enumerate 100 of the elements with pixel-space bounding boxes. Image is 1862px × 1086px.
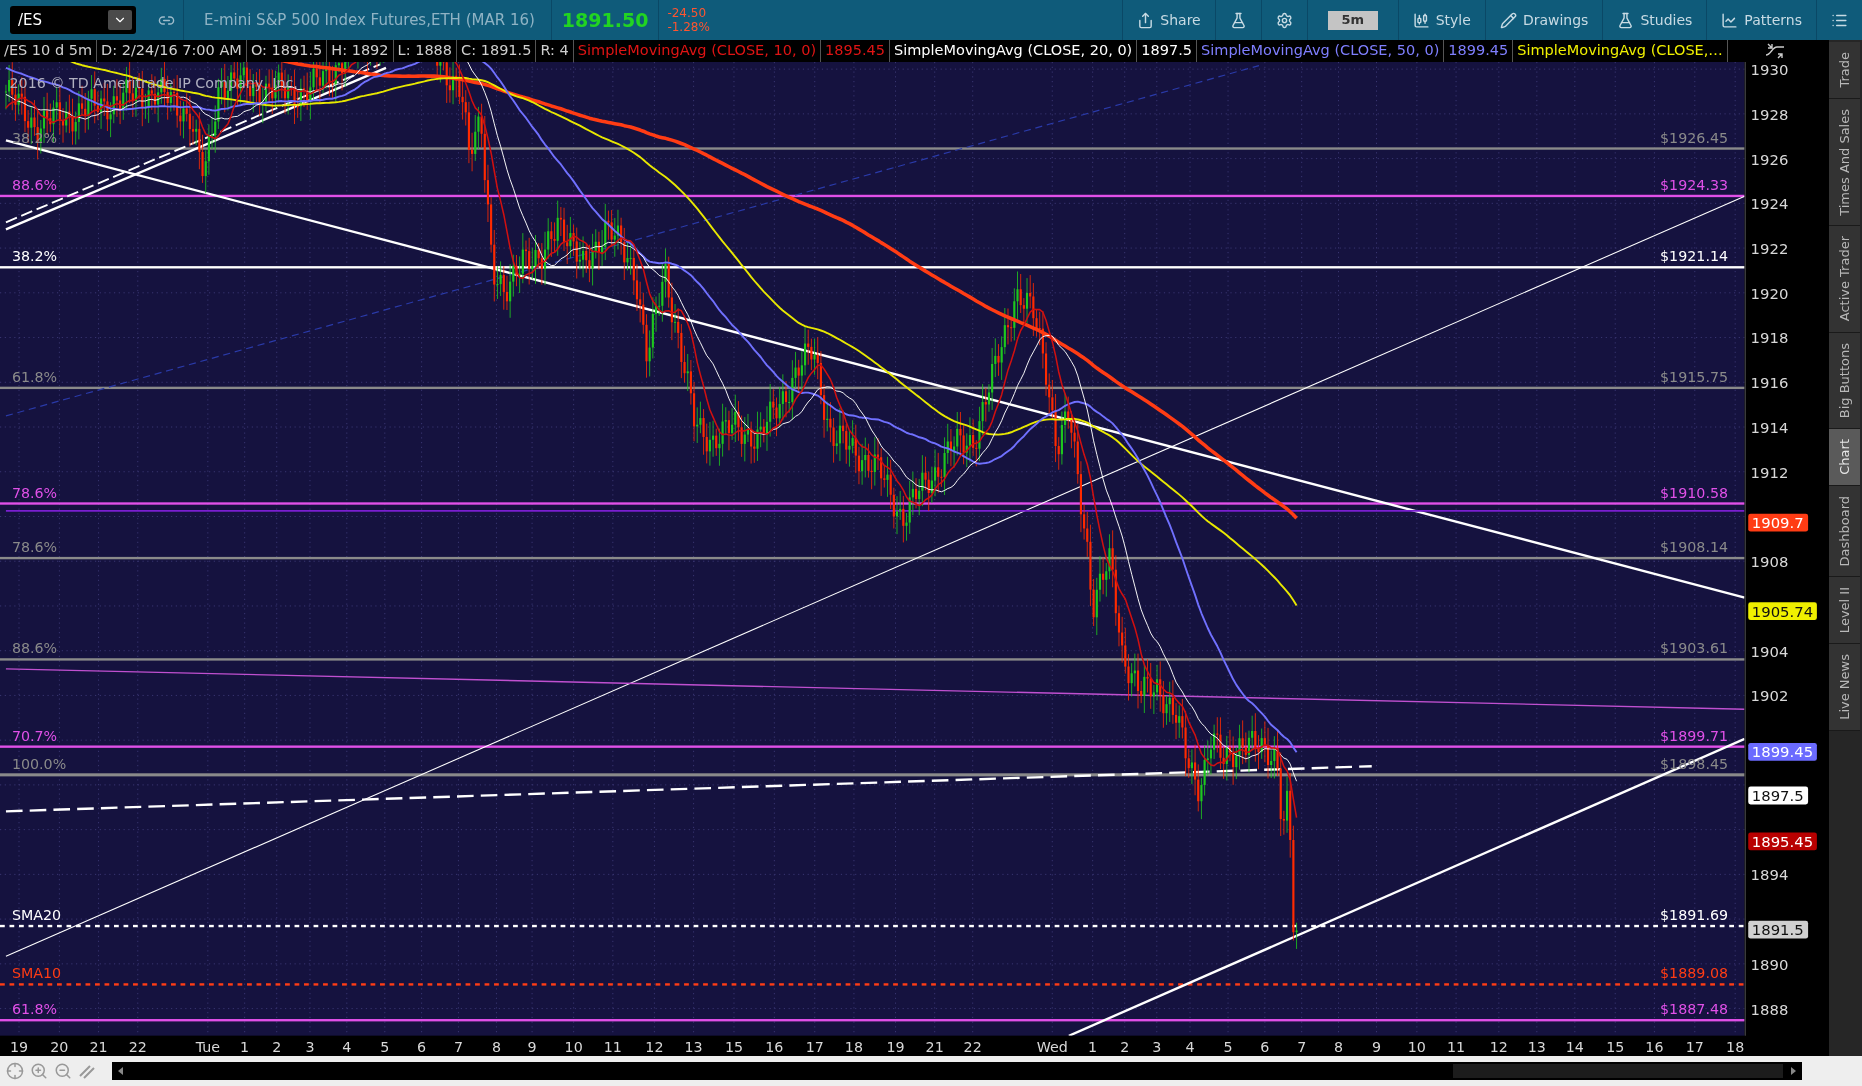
level-percent-label: 61.8% (11, 1001, 58, 1018)
aggregation-button[interactable]: 5m (1327, 10, 1378, 30)
instrument-description: E-mini S&P 500 Index Futures,ETH (MAR 16) (204, 9, 535, 31)
time-tick-label: 8 (1333, 1039, 1344, 1056)
time-tick-label: 11 (1447, 1039, 1466, 1056)
scroll-right-icon[interactable] (1791, 1067, 1796, 1075)
share-icon (1137, 11, 1155, 29)
study-info: SimpleMovingAvg (CLOSE, 20, 0) (894, 41, 1133, 61)
price-badge: 1895.45 (1748, 832, 1817, 851)
candlestick-icon (1412, 11, 1430, 29)
percent-change: -1.28% (667, 20, 710, 34)
time-tick-label: 15 (1606, 1039, 1625, 1056)
time-tick-label: 9 (527, 1039, 537, 1056)
time-tick-label: 16 (765, 1039, 784, 1056)
side-tab[interactable]: Active Trader (1829, 226, 1860, 333)
price-tick-label: 1894 (1750, 866, 1789, 884)
side-tab[interactable]: Times And Sales (1829, 98, 1860, 227)
price-tick-label: 1908 (1750, 553, 1789, 571)
study-info: SimpleMovingAvg (CLOSE,… (1517, 41, 1723, 61)
time-tick-label: 6 (1260, 1039, 1270, 1056)
time-tick-label: 19 (9, 1039, 29, 1056)
price-tick-label: 1922 (1750, 240, 1789, 257)
level-percent-label: 78.6% (11, 484, 58, 501)
time-tick-label: 19 (886, 1039, 905, 1056)
price-tick-label: 1924 (1750, 195, 1789, 213)
auto-scale-icon[interactable] (1763, 41, 1786, 61)
time-tick-label: 16 (1645, 1039, 1664, 1056)
time-tick-label: 15 (724, 1039, 744, 1056)
level-percent-label: 88.6% (11, 177, 58, 193)
time-tick-label: 13 (684, 1039, 703, 1056)
line-chart-icon (1721, 11, 1739, 29)
time-tick-label: 21 (89, 1039, 108, 1056)
level-price-label: $1891.69 (1660, 907, 1729, 924)
level-percent-label: 38.2% (11, 248, 58, 265)
price-tick-label: 1926 (1750, 150, 1789, 168)
study-info: SimpleMovingAvg (CLOSE, 10, 0) (577, 41, 817, 61)
price-tick-label: 1888 (1750, 1000, 1789, 1018)
level-price-label: $1926.45 (1660, 129, 1729, 146)
zoom-out-icon[interactable] (54, 1062, 72, 1080)
scrollbar-thumb[interactable] (1453, 1064, 1783, 1078)
side-tab[interactable]: Chart (1829, 428, 1860, 486)
time-tick-label: 4 (342, 1039, 352, 1056)
time-tick-label: 22 (963, 1039, 982, 1056)
time-tick-label: 1 (240, 1039, 250, 1056)
flask-icon (1229, 11, 1247, 29)
time-tick-label: 22 (128, 1039, 147, 1056)
time-tick-label: 11 (603, 1039, 622, 1056)
level-price-label: $1921.14 (1660, 248, 1729, 265)
time-tick-label: 20 (50, 1039, 69, 1056)
flask-icon (1617, 11, 1635, 29)
pencil-icon (1499, 11, 1517, 29)
crosshair-icon[interactable] (6, 1062, 24, 1080)
level-percent-label: 100.0% (11, 755, 67, 772)
time-tick-label: 4 (1185, 1039, 1195, 1056)
study-info: 1895.45 (825, 41, 885, 61)
price-tick-label: 1920 (1750, 284, 1789, 302)
level-price-label: $1910.58 (1660, 484, 1729, 501)
price-tick-label: 1904 (1750, 642, 1789, 660)
drawing-tool-icon[interactable] (78, 1062, 96, 1080)
time-tick-label: 12 (1489, 1039, 1508, 1056)
symbol-field[interactable]: /ES (10, 6, 136, 34)
time-tick-label: 10 (564, 1039, 583, 1056)
side-tab[interactable]: Live News (1829, 644, 1860, 732)
study-info: 1897.5 (1141, 41, 1193, 61)
time-tick-label: 13 (1527, 1039, 1546, 1056)
level-price-label: $1903.61 (1660, 640, 1729, 657)
side-tab[interactable]: Level II (1829, 577, 1860, 645)
net-change: -24.50 (667, 6, 708, 20)
level-percent-label: 78.6% (11, 539, 58, 556)
time-tick-label: 14 (1565, 1039, 1584, 1056)
side-tab[interactable]: Trade (1829, 42, 1860, 99)
price-tick-label: 1928 (1750, 105, 1789, 123)
level-percent-label: SMA20 (11, 907, 62, 924)
symbol-text: /ES (18, 9, 43, 31)
time-tick-label: 5 (1223, 1039, 1233, 1056)
level-price-label: $1908.14 (1660, 539, 1729, 556)
level-price-label: $1899.71 (1660, 727, 1729, 744)
time-tick-label: 21 (925, 1039, 944, 1056)
scrollbar[interactable] (112, 1062, 1802, 1080)
time-tick-label: 18 (1726, 1039, 1745, 1056)
level-percent-label: 88.6% (11, 640, 58, 657)
zoom-in-icon[interactable] (30, 1062, 48, 1080)
time-tick-label: 9 (1371, 1039, 1382, 1056)
level-percent-label: 70.7% (11, 727, 58, 744)
level-price-label: $1889.08 (1660, 965, 1729, 982)
dropdown-button[interactable] (108, 10, 132, 30)
settings-icon (1275, 11, 1293, 29)
last-price: 1891.50 (561, 7, 649, 33)
price-tick-label: 1930 (1750, 62, 1789, 79)
side-tab[interactable]: Dashboard (1829, 485, 1860, 578)
time-tick-label: 10 (1407, 1039, 1426, 1056)
side-tab[interactable]: Big Buttons (1829, 332, 1860, 429)
scroll-left-icon[interactable] (118, 1067, 123, 1075)
time-tick-label: 6 (417, 1039, 427, 1056)
time-tick-label: 12 (645, 1039, 664, 1056)
study-info: 1899.45 (1448, 41, 1509, 61)
level-price-label: $1924.33 (1660, 177, 1729, 193)
level-percent-label: SMA10 (11, 965, 62, 982)
time-tick-label: 5 (380, 1039, 390, 1056)
price-badge: 1905.74 (1748, 602, 1817, 621)
